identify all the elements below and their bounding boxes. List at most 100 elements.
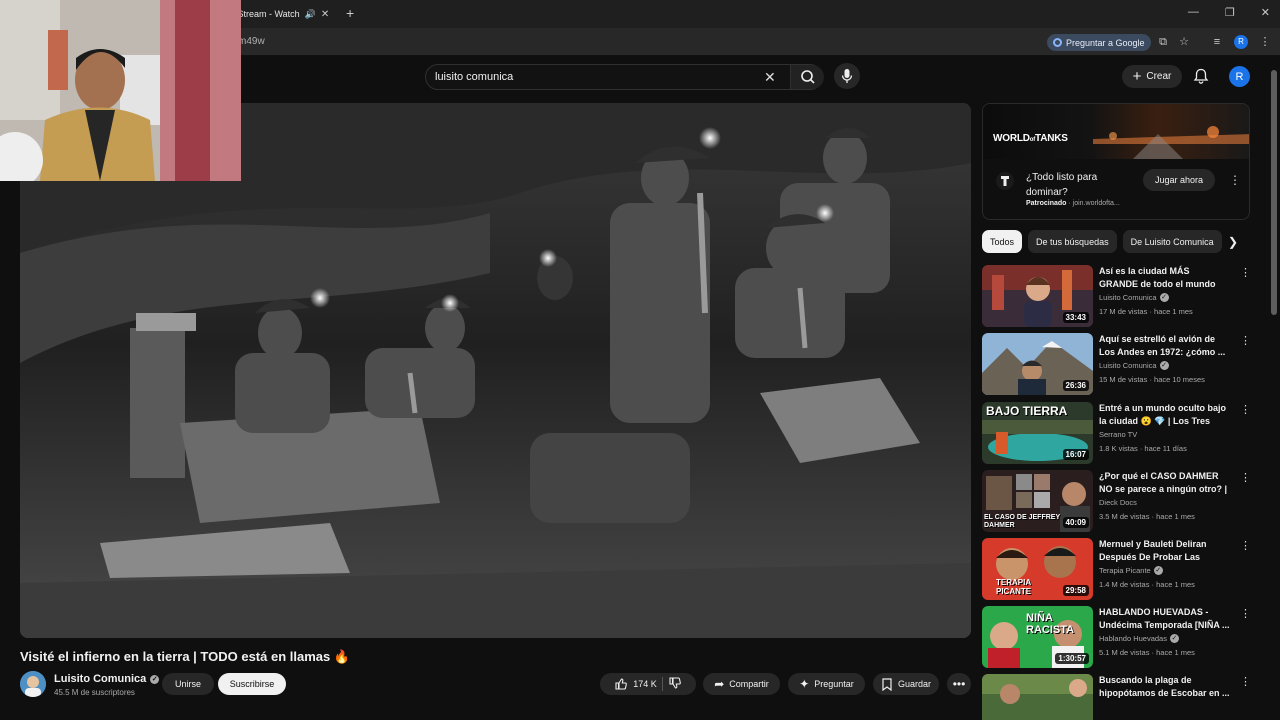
more-horizontal-icon: ••• — [952, 677, 966, 691]
channel-name-text: Luisito Comunica — [54, 673, 147, 685]
recommendation-channel[interactable]: Luisito Comunica ✓ — [1099, 361, 1169, 370]
recommendation-channel-text: Terapia Picante — [1099, 566, 1151, 575]
share-label: Compartir — [729, 679, 769, 689]
recommendation-channel-text: Serrano TV — [1099, 430, 1138, 439]
more-vertical-icon[interactable]: ⋮ — [1240, 403, 1251, 416]
webcam-overlay — [0, 0, 241, 181]
sponsored-label: Patrocinado — [1026, 200, 1067, 207]
account-avatar[interactable]: R — [1229, 66, 1250, 87]
video-thumbnail[interactable]: TERAPIA PICANTE 29:58 — [982, 538, 1093, 600]
channel-name[interactable]: Luisito Comunica ✓ — [54, 673, 160, 685]
ad-card[interactable]: WORLDofTANKS ¿Todo listo para dominar? P… — [982, 103, 1250, 220]
browser-tab[interactable]: n Stream - Watch 🔊 ✕ — [230, 3, 338, 25]
video-thumbnail[interactable]: BAJO TIERRA 16:07 — [982, 402, 1093, 464]
join-button[interactable]: Unirse — [162, 673, 214, 695]
clear-search-icon[interactable]: ✕ — [764, 69, 776, 86]
chip-from-your-searches[interactable]: De tus búsquedas — [1028, 230, 1117, 253]
bell-icon — [1193, 68, 1209, 84]
restore-icon[interactable]: ❐ — [1225, 6, 1235, 19]
window-close-icon[interactable]: ✕ — [1261, 6, 1270, 19]
video-thumbnail[interactable]: NIÑA RACISTA 1:30:57 — [982, 606, 1093, 668]
video-player[interactable] — [20, 103, 971, 638]
recommendation-item[interactable]: BAJO TIERRA 16:07 Entré a un mundo ocult… — [982, 402, 1262, 464]
recommendation-meta: 1.4 M de vistas · hace 1 mes — [1099, 580, 1195, 589]
recommendation-item[interactable]: EL CASO DE JEFFREY DAHMER 40:09 ¿Por qué… — [982, 470, 1262, 532]
thumbnail-image — [982, 674, 1093, 720]
page-scrollbar[interactable] — [1271, 70, 1277, 315]
save-icon — [882, 677, 892, 691]
recommendation-title[interactable]: ¿Por qué el CASO DAHMER NO se parece a n… — [1099, 470, 1231, 496]
ask-google-button[interactable]: Preguntar a Google — [1047, 34, 1151, 51]
search-box[interactable]: luisito comunica ✕ — [425, 64, 824, 90]
recommendation-channel[interactable]: Serrano TV — [1099, 430, 1137, 439]
world-of-tanks-icon — [996, 172, 1014, 190]
ask-label: Preguntar — [814, 679, 854, 689]
browser-profile-avatar[interactable]: R — [1234, 35, 1248, 49]
recommendation-channel-text: Luisito Comunica — [1099, 293, 1157, 302]
cast-icon[interactable]: ⧉ — [1156, 35, 1170, 49]
search-input[interactable]: luisito comunica — [435, 71, 513, 83]
minimize-icon[interactable]: — — [1188, 6, 1199, 19]
media-controls-icon[interactable]: ≡ — [1210, 35, 1224, 49]
search-button[interactable] — [790, 65, 824, 89]
more-vertical-icon[interactable]: ⋮ — [1240, 607, 1251, 620]
chip-from-channel[interactable]: De Luisito Comunica — [1122, 230, 1222, 253]
more-actions-button[interactable]: ••• — [947, 673, 971, 695]
video-thumbnail[interactable]: EL CASO DE JEFFREY DAHMER 40:09 — [982, 470, 1093, 532]
new-tab-icon[interactable]: + — [346, 5, 354, 21]
ad-banner[interactable]: WORLDofTANKS — [983, 104, 1249, 159]
recommendation-title[interactable]: Así es la ciudad MÁS GRANDE de todo el m… — [1099, 265, 1231, 291]
channel-avatar[interactable] — [20, 671, 46, 697]
bookmark-star-icon[interactable]: ☆ — [1177, 35, 1191, 49]
recommendation-channel[interactable]: Luisito Comunica ✓ — [1099, 293, 1169, 302]
browser-menu-icon[interactable]: ⋮ — [1258, 35, 1272, 49]
recommendation-title[interactable]: HABLANDO HUEVADAS - Undécima Temporada [… — [1099, 606, 1231, 632]
thumbnail-caption: BAJO TIERRA — [986, 404, 1068, 418]
video-thumbnail[interactable]: 33:43 — [982, 265, 1093, 327]
like-button[interactable]: 174 K — [614, 677, 657, 691]
like-dislike-group: 174 K — [600, 673, 696, 695]
notifications-button[interactable] — [1192, 67, 1210, 85]
url-field[interactable]: m49w — [238, 36, 265, 47]
window-controls: — ❐ ✕ — [1188, 6, 1270, 19]
play-now-button[interactable]: Jugar ahora — [1143, 169, 1215, 191]
dislike-button[interactable] — [668, 676, 682, 692]
more-vertical-icon[interactable]: ⋮ — [1240, 334, 1251, 347]
recommendation-title[interactable]: Aquí se estrelló el avión de Los Andes e… — [1099, 333, 1231, 359]
video-thumbnail[interactable] — [982, 674, 1093, 720]
subscriber-count: 45.5 M de suscriptores — [54, 688, 135, 697]
recommendation-item[interactable]: 26:36 Aquí se estrelló el avión de Los A… — [982, 333, 1262, 395]
tab-audio-icon[interactable]: 🔊 — [305, 9, 316, 20]
like-divider — [661, 677, 663, 691]
recommendation-channel[interactable]: Dieck Docs — [1099, 498, 1137, 507]
more-vertical-icon[interactable]: ⋮ — [1240, 539, 1251, 552]
more-vertical-icon[interactable]: ⋮ — [1240, 471, 1251, 484]
filter-chips: Todos De tus búsquedas De Luisito Comuni… — [982, 230, 1242, 254]
recommendation-item[interactable]: Buscando la plaga de hipopótamos de Esco… — [982, 674, 1262, 720]
recommendation-item[interactable]: 33:43 Así es la ciudad MÁS GRANDE de tod… — [982, 265, 1262, 327]
share-button[interactable]: ➦ Compartir — [703, 673, 780, 695]
chevron-right-icon[interactable]: ❯ — [1228, 235, 1238, 249]
microphone-icon — [841, 69, 853, 83]
recommendation-title[interactable]: Mernuel y Bauleti Deliran Después De Pro… — [1099, 538, 1231, 564]
save-label: Guardar — [897, 679, 932, 689]
recommendation-title[interactable]: Buscando la plaga de hipopótamos de Esco… — [1099, 674, 1231, 700]
chip-all[interactable]: Todos — [982, 230, 1023, 253]
recommendation-channel[interactable]: Hablando Huevadas ✓ — [1099, 634, 1179, 643]
ad-more-icon[interactable]: ⋮ — [1229, 173, 1241, 187]
like-count: 174 K — [633, 679, 657, 689]
recommendation-channel[interactable]: Terapia Picante ✓ — [1099, 566, 1163, 575]
create-button[interactable]: + Crear — [1122, 65, 1182, 88]
more-vertical-icon[interactable]: ⋮ — [1240, 266, 1251, 279]
voice-search-button[interactable] — [834, 63, 860, 89]
video-duration: 29:58 — [1062, 585, 1089, 596]
video-thumbnail[interactable]: 26:36 — [982, 333, 1093, 395]
tab-close-icon[interactable]: ✕ — [321, 9, 329, 20]
save-button[interactable]: Guardar — [873, 673, 939, 695]
recommendation-item[interactable]: TERAPIA PICANTE 29:58 Mernuel y Bauleti … — [982, 538, 1262, 600]
subscribe-button[interactable]: Suscribirse — [218, 673, 286, 695]
more-vertical-icon[interactable]: ⋮ — [1240, 675, 1251, 688]
recommendation-item[interactable]: NIÑA RACISTA 1:30:57 HABLANDO HUEVADAS -… — [982, 606, 1262, 668]
ask-button[interactable]: ✦ Preguntar — [788, 673, 865, 695]
recommendation-title[interactable]: Entré a un mundo oculto bajo la ciudad 😮… — [1099, 402, 1231, 428]
